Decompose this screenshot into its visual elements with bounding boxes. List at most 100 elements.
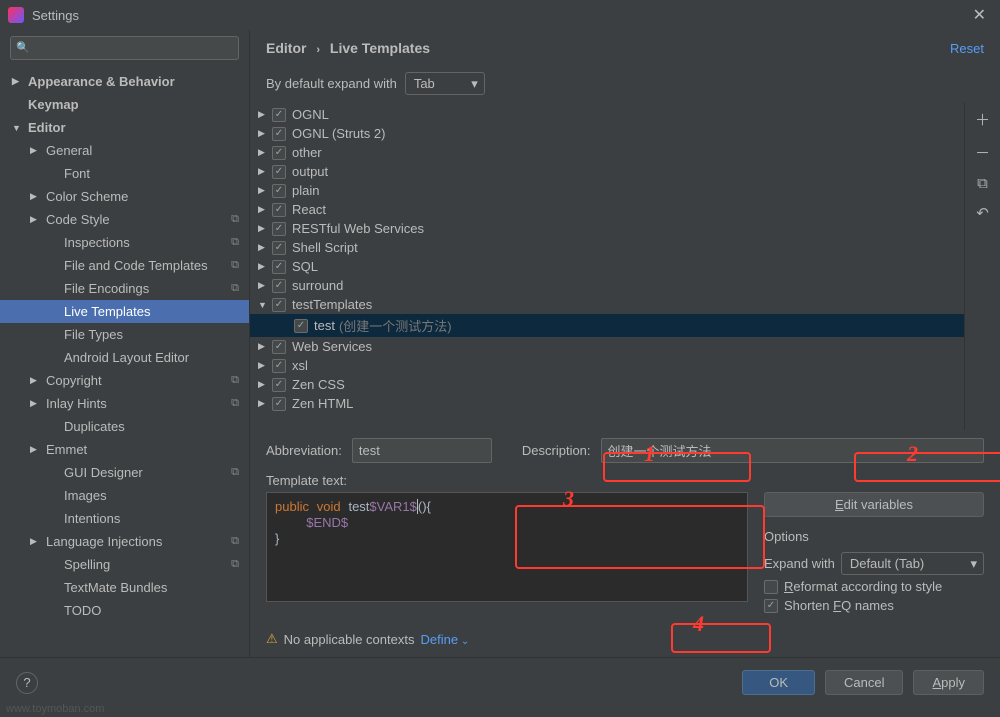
copy-icon[interactable]: ⧉ [977,175,988,192]
sidebar-item-gui-designer[interactable]: GUI Designer⧉ [0,461,249,484]
template-checkbox[interactable] [272,298,286,312]
template-checkbox[interactable] [272,340,286,354]
template-item-testtemplates[interactable]: ▼testTemplates [250,295,964,314]
context-warning: No applicable contexts [284,632,415,647]
template-label: Web Services [292,339,372,354]
sidebar-item-label: Spelling [64,557,110,572]
scope-icon: ⧉ [231,466,239,479]
template-item-plain[interactable]: ▶plain [250,181,964,200]
template-checkbox[interactable] [272,127,286,141]
sidebar-item-file-types[interactable]: File Types [0,323,249,346]
template-item-ognl-struts-2-[interactable]: ▶OGNL (Struts 2) [250,124,964,143]
close-icon[interactable]: ✕ [967,5,992,25]
ok-button[interactable]: OK [742,670,815,695]
template-item-zen-css[interactable]: ▶Zen CSS [250,375,964,394]
scope-icon: ⧉ [231,558,239,571]
expand-combo[interactable]: Tab [405,72,485,95]
chevron-icon: ▶ [258,398,272,409]
abbrev-input[interactable] [352,438,492,463]
template-item-sql[interactable]: ▶SQL [250,257,964,276]
sidebar-item-language-injections[interactable]: Language Injections⧉ [0,530,249,553]
sidebar-item-color-scheme[interactable]: Color Scheme [0,185,249,208]
template-item-xsl[interactable]: ▶xsl [250,356,964,375]
sidebar-item-code-style[interactable]: Code Style⧉ [0,208,249,231]
define-link[interactable]: Define [420,632,469,647]
template-item-test[interactable]: test (创建一个测试方法) [250,314,964,337]
template-item-surround[interactable]: ▶surround [250,276,964,295]
sidebar-item-general[interactable]: General [0,139,249,162]
cancel-button[interactable]: Cancel [825,670,903,695]
template-item-zen-html[interactable]: ▶ Zen HTML [250,394,964,413]
template-checkbox[interactable] [294,319,308,333]
template-checkbox[interactable] [272,359,286,373]
sidebar-item-file-encodings[interactable]: File Encodings⧉ [0,277,249,300]
sidebar-item-copyright[interactable]: Copyright⧉ [0,369,249,392]
template-label: Zen HTML [292,396,353,411]
template-checkbox[interactable] [272,184,286,198]
undo-icon[interactable]: ↶ [976,204,989,222]
desc-input[interactable] [601,438,984,463]
template-checkbox[interactable] [272,146,286,160]
chevron-icon [12,123,24,133]
sidebar-item-inspections[interactable]: Inspections⧉ [0,231,249,254]
chevron-icon: ▼ [258,300,272,310]
shorten-checkbox[interactable] [764,599,778,613]
template-desc: (创建一个测试方法) [339,316,452,335]
template-checkbox[interactable] [272,108,286,122]
sidebar-item-label: Images [64,488,107,503]
template-item-ognl[interactable]: ▶OGNL [250,105,964,124]
sidebar-item-editor[interactable]: Editor [0,116,249,139]
sidebar-item-android-layout-editor[interactable]: Android Layout Editor [0,346,249,369]
sidebar-item-label: Live Templates [64,304,150,319]
settings-tree[interactable]: Appearance & Behavior Keymap Editor General… [0,66,249,657]
template-item-shell-script[interactable]: ▶Shell Script [250,238,964,257]
remove-icon[interactable]: － [975,142,990,163]
sidebar-item-textmate-bundles[interactable]: TextMate Bundles [0,576,249,599]
template-item-restful-web-services[interactable]: ▶RESTful Web Services [250,219,964,238]
template-checkbox[interactable] [272,260,286,274]
sidebar-item-keymap[interactable]: Keymap [0,93,249,116]
sidebar-item-appearance-behavior[interactable]: Appearance & Behavior [0,70,249,93]
edit-variables-button[interactable]: Edit variables [764,492,984,517]
help-button[interactable]: ? [16,672,38,694]
sidebar-item-label: Android Layout Editor [64,350,189,365]
sidebar-item-label: Editor [28,120,66,135]
sidebar-item-inlay-hints[interactable]: Inlay Hints⧉ [0,392,249,415]
template-editor[interactable]: public void test$VAR1$(){ $END$ } [266,492,748,602]
chevron-icon: ▶ [258,223,272,234]
sidebar-item-images[interactable]: Images [0,484,249,507]
chevron-icon: ▶ [258,109,272,120]
search-input[interactable] [10,36,239,60]
chevron-icon: ▶ [258,341,272,352]
chevron-icon: ▶ [258,147,272,158]
sidebar-item-label: Intentions [64,511,120,526]
expand-with-combo[interactable]: Default (Tab) [841,552,984,575]
template-checkbox[interactable] [272,222,286,236]
add-icon[interactable]: ＋ [975,109,990,130]
template-checkbox[interactable] [272,165,286,179]
reset-link[interactable]: Reset [950,41,984,56]
sidebar-item-intentions[interactable]: Intentions [0,507,249,530]
template-item-other[interactable]: ▶other [250,143,964,162]
template-checkbox[interactable] [272,279,286,293]
sidebar-item-duplicates[interactable]: Duplicates [0,415,249,438]
sidebar-item-label: Keymap [28,97,79,112]
template-checkbox[interactable] [272,397,286,411]
sidebar-item-todo[interactable]: TODO [0,599,249,622]
reformat-checkbox[interactable] [764,580,778,594]
apply-button[interactable]: Apply [913,670,984,695]
template-checkbox[interactable] [272,203,286,217]
template-item-react[interactable]: ▶React [250,200,964,219]
sidebar-item-font[interactable]: Font [0,162,249,185]
sidebar-item-label: Language Injections [46,534,162,549]
sidebar-item-live-templates[interactable]: Live Templates [0,300,249,323]
sidebar-item-spelling[interactable]: Spelling ⧉ [0,553,249,576]
template-item-output[interactable]: ▶output [250,162,964,181]
template-checkbox[interactable] [272,378,286,392]
template-item-web-services[interactable]: ▶ Web Services [250,337,964,356]
sidebar-item-emmet[interactable]: Emmet [0,438,249,461]
template-checkbox[interactable] [272,241,286,255]
app-icon [8,7,24,23]
sidebar-item-file-and-code-templates[interactable]: File and Code Templates⧉ [0,254,249,277]
template-tree[interactable]: ▶OGNL▶OGNL (Struts 2)▶other▶output▶plain… [250,103,964,430]
